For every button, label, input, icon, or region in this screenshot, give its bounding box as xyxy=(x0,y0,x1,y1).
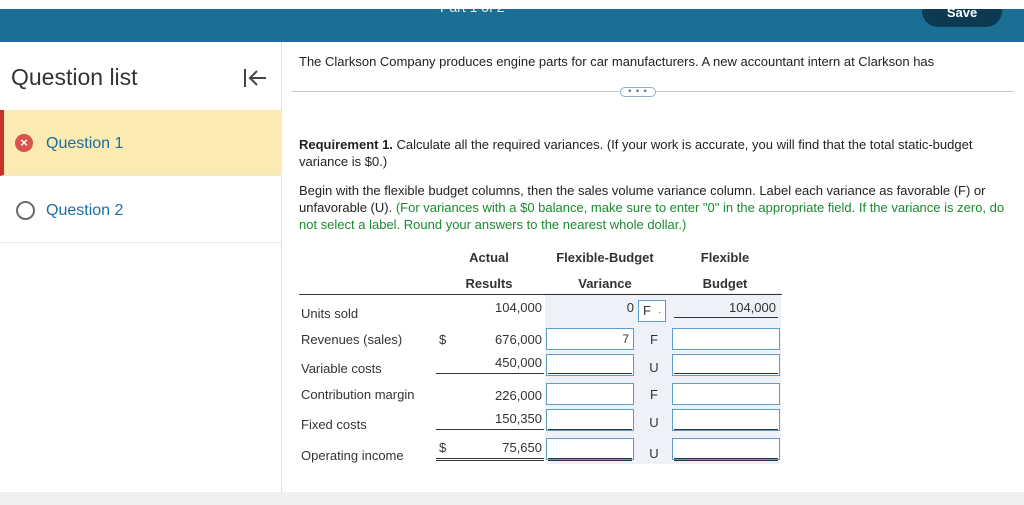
question-1-label: Question 1 xyxy=(46,135,124,152)
part-indicator: Part 1 of 2 xyxy=(440,0,505,15)
header-fb-1: Flexible xyxy=(700,250,750,265)
collapse-sidebar-icon[interactable] xyxy=(242,66,268,90)
sidebar-item-question-2[interactable]: Question 2 xyxy=(0,177,282,243)
actual-contribution: 226,000 xyxy=(495,388,542,403)
actual-operating-income: 75,650 xyxy=(502,440,542,455)
fu-label-variable-costs[interactable]: U xyxy=(648,360,660,375)
fu-label-operating-income[interactable]: U xyxy=(648,446,660,461)
subtotal-rule xyxy=(674,429,778,430)
subtotal-rule xyxy=(436,373,544,374)
row-label-fixed-costs: Fixed costs xyxy=(301,417,367,432)
header-fbv-1: Flexible-Budget xyxy=(556,250,654,265)
flexible-input-contribution[interactable] xyxy=(672,383,780,405)
variance-units-value: 0 xyxy=(626,300,634,315)
variance-input-revenues[interactable]: 7 xyxy=(546,328,634,350)
total-double-rule xyxy=(548,458,632,461)
incorrect-icon: × xyxy=(15,134,33,152)
flexible-input-fixed-costs[interactable] xyxy=(672,409,780,431)
actual-units: 104,000 xyxy=(495,300,542,315)
flexible-input-operating-income[interactable] xyxy=(672,438,780,460)
flexible-input-revenues[interactable] xyxy=(672,328,780,350)
header-actual-1: Actual xyxy=(469,250,509,265)
actual-revenues: 676,000 xyxy=(495,332,542,347)
sidebar-item-question-1[interactable]: × Question 1 xyxy=(0,110,282,176)
variance-input-operating-income[interactable] xyxy=(546,438,634,460)
fu-select-value: F xyxy=(643,303,651,318)
fu-label-fixed-costs[interactable]: U xyxy=(648,415,660,430)
question-list-title: Question list xyxy=(11,64,138,90)
subtotal-rule xyxy=(436,429,544,430)
row-label-units: Units sold xyxy=(301,306,359,321)
dollar-sign: $ xyxy=(439,440,447,455)
flexible-units-value: 104,000 xyxy=(729,300,776,315)
question-intro: The Clarkson Company produces engine par… xyxy=(299,54,935,69)
header-rule xyxy=(299,294,782,295)
subtotal-rule xyxy=(548,429,632,430)
instructions-text: Begin with the flexible budget columns, … xyxy=(299,182,1009,233)
requirement-heading: Requirement 1. xyxy=(299,137,393,152)
question-list-sidebar: Question list × Question 1 Question 2 xyxy=(0,42,282,492)
expand-more-button[interactable]: • • • xyxy=(620,87,656,97)
subtotal-rule xyxy=(674,373,778,374)
top-bar: Part 1 of 2 Save xyxy=(0,0,1024,42)
row-label-operating-income: Operating income xyxy=(301,448,404,463)
header-fbv-2: Variance xyxy=(578,276,632,291)
question-panel: The Clarkson Company produces engine par… xyxy=(282,42,1024,492)
actual-fixed-costs: 150,350 xyxy=(495,411,542,426)
requirement-text: Requirement 1. Calculate all the require… xyxy=(299,136,1009,170)
row-label-variable-costs: Variable costs xyxy=(301,361,382,376)
header-actual-2: Results xyxy=(465,276,513,291)
select-indicator-icon: . xyxy=(658,305,661,316)
save-button[interactable]: Save xyxy=(922,9,1002,27)
total-double-rule xyxy=(674,458,778,461)
row-label-contribution: Contribution margin xyxy=(301,387,415,402)
total-double-rule xyxy=(436,458,544,461)
requirement-body: Calculate all the required variances. (I… xyxy=(299,137,973,169)
header-fb-2: Budget xyxy=(702,276,748,291)
fu-label-revenues[interactable]: F xyxy=(648,332,660,347)
instructions-note: (For variances with a $0 balance, make s… xyxy=(299,200,1005,232)
actual-variable-costs: 450,000 xyxy=(495,355,542,370)
bottom-bar xyxy=(0,492,1024,505)
dollar-sign: $ xyxy=(439,332,447,347)
variance-input-fixed-costs[interactable] xyxy=(546,409,634,431)
input-underline xyxy=(674,317,778,318)
fu-label-contribution[interactable]: F xyxy=(648,387,660,402)
subtotal-rule xyxy=(548,373,632,374)
row-label-revenues: Revenues (sales) xyxy=(301,332,403,347)
variance-input-contribution[interactable] xyxy=(546,383,634,405)
fu-select-units[interactable]: F. xyxy=(638,300,666,322)
unanswered-circle-icon xyxy=(16,201,35,220)
question-2-label: Question 2 xyxy=(46,202,124,219)
